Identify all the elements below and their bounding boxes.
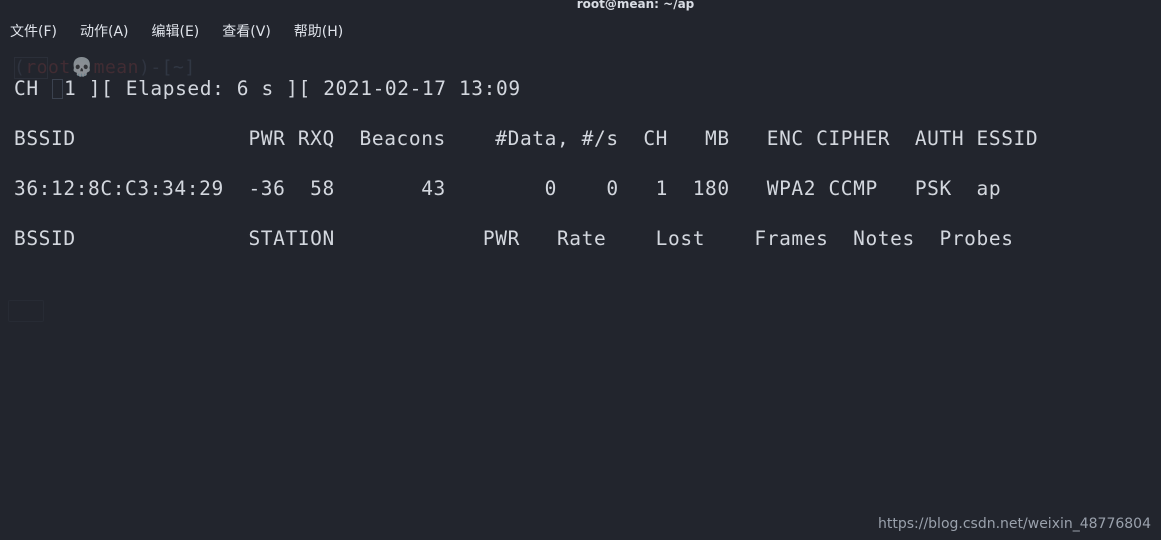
ghost-host: mean [93,57,139,78]
ap-table-header: BSSID PWR RXQ Beacons #Data, #/s CH MB E… [14,127,1039,150]
status-middle: ][ Elapsed: [76,77,237,100]
ap-table-row: 36:12:8C:C3:34:29 -36 58 43 0 0 1 180 WP… [14,177,1002,200]
status-prefix: CH [14,77,52,100]
terminal-cursor [52,79,64,99]
watermark: https://blog.csdn.net/weixin_48776804 [877,516,1151,532]
menubar: 文件(F) 动作(A) 编辑(E) 查看(V) 帮助(H) [0,18,1161,44]
status-channel: 1 [64,77,77,100]
ghost-dash: - [150,57,162,78]
menu-edit[interactable]: 编辑(E) [150,20,202,42]
menu-help[interactable]: 帮助(H) [292,20,345,42]
ghost-open-paren: ( [14,57,26,78]
ghost-cursor-block-2 [8,300,44,322]
ghost-close-paren: ) [138,57,151,78]
station-table-header: BSSID STATION PWR Rate Lost Frames Notes… [14,227,1014,250]
status-date: 2021-02-17 [323,77,447,100]
menu-actions[interactable]: 动作(A) [78,20,131,42]
terminal-output[interactable]: (root💀mean)-[~] CH 1 ][ Elapsed: 6 s ][ … [0,48,1161,540]
status-time: 13:09 [458,77,521,100]
status-elapsed: 6 s [236,77,274,100]
skull-icon: 💀 [70,57,94,78]
window-titlebar: root@mean: ~/ap [0,0,1161,11]
ghost-user: root [25,57,71,78]
ghost-path: [~] [161,57,196,78]
menu-view[interactable]: 查看(V) [220,20,273,42]
status-space [447,77,459,100]
status-separator: ][ [273,77,324,100]
airodump-status-line: CH 1 ][ Elapsed: 6 s ][ 2021-02-17 13:09 [14,78,521,100]
menu-file[interactable]: 文件(F) [8,20,59,42]
window-title: root@mean: ~/ap [576,0,695,11]
ghost-shell-prompt: (root💀mean)-[~] [14,57,196,78]
